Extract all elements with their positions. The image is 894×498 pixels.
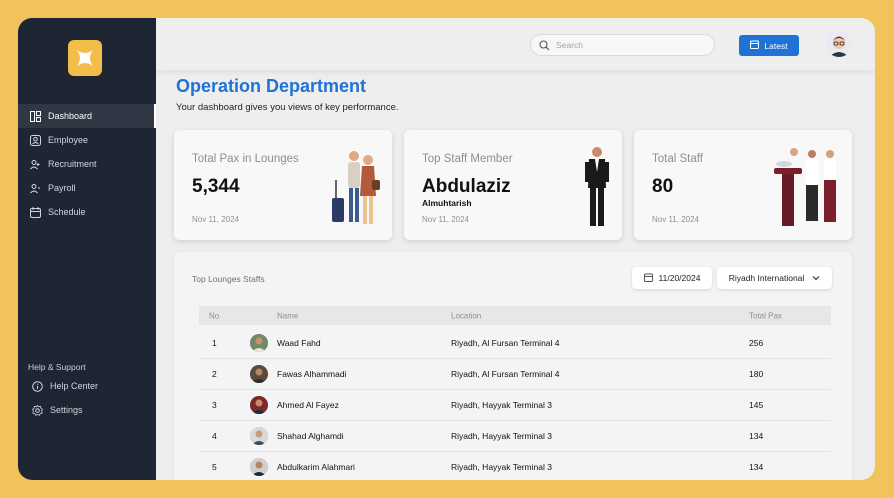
location-filter-value: Riyadh International — [728, 273, 805, 283]
card-value: Abdulaziz — [422, 176, 511, 197]
column-header-location: Location — [451, 311, 482, 320]
avatar — [250, 396, 268, 414]
card-value: 5,344 — [192, 176, 240, 197]
avatar — [250, 458, 268, 476]
search-icon — [539, 39, 550, 51]
card-top-staff: Top Staff Member Abdulaziz Almuhtarish N… — [404, 130, 622, 240]
staff-name: Waad Fahd — [277, 338, 321, 348]
card-date: Nov 11, 2024 — [652, 215, 699, 224]
row-number: 2 — [212, 369, 217, 379]
sidebar-item-settings[interactable]: Settings — [18, 398, 156, 422]
avatar — [250, 427, 268, 445]
app-logo[interactable] — [68, 40, 102, 76]
sidebar-item-employee[interactable]: Employee — [18, 128, 156, 152]
row-number: 1 — [212, 338, 217, 348]
card-total-staff: Total Staff 80 Nov 11, 2024 — [634, 130, 852, 240]
schedule-icon — [28, 205, 42, 219]
payroll-icon — [28, 181, 42, 195]
info-icon — [30, 379, 44, 393]
card-sub-value: Almuhtarish — [422, 198, 472, 208]
staff-total-pax: 134 — [749, 431, 764, 441]
staff-total-pax: 180 — [749, 369, 764, 379]
staff-name: Shahad Alghamdi — [277, 431, 344, 441]
latest-label: Latest — [764, 40, 788, 51]
top-staff-panel: Top Lounges Staffs 11/20/2024 Riyadh Int… — [174, 252, 852, 480]
sidebar-item-label: Schedule — [48, 207, 86, 217]
latest-button[interactable]: Latest — [739, 35, 799, 56]
staff-name: Abdulkarim Alahmari — [277, 462, 355, 472]
sidebar-nav: Dashboard Employee Recruitment Payroll S… — [18, 104, 156, 224]
top-bar: Search Latest — [156, 18, 875, 70]
calendar-icon — [643, 273, 653, 284]
staff-location: Riyadh, Hayyak Terminal 3 — [451, 462, 552, 472]
travelers-illustration — [326, 142, 386, 235]
card-label: Top Staff Member — [422, 153, 513, 165]
chevron-down-icon — [812, 273, 820, 283]
sidebar-item-label: Help Center — [50, 381, 99, 391]
table-row[interactable]: 3 Ahmed Al Fayez Riyadh, Hayyak Terminal… — [199, 390, 831, 421]
user-avatar[interactable] — [826, 31, 852, 57]
support-title: Help & Support — [28, 362, 86, 372]
staff-name: Fawas Alhammadi — [277, 369, 347, 379]
main-content: Search Latest Operation Department Your … — [156, 18, 875, 480]
card-date: Nov 11, 2024 — [422, 215, 469, 224]
search-placeholder: Search — [556, 40, 583, 50]
date-filter-button[interactable]: 11/20/2024 — [632, 267, 712, 289]
sidebar-item-recruitment[interactable]: Recruitment — [18, 152, 156, 176]
staff-total-pax: 145 — [749, 400, 764, 410]
table-body: 1 Waad Fahd Riyadh, Al Fursan Terminal 4… — [199, 328, 831, 480]
sidebar-item-label: Settings — [50, 405, 83, 415]
staff-location: Riyadh, Hayyak Terminal 3 — [451, 431, 552, 441]
staff-total-pax: 256 — [749, 338, 764, 348]
avatar — [250, 334, 268, 352]
calendar-icon — [750, 40, 760, 51]
page-title: Operation Department — [176, 76, 367, 96]
staff-location: Riyadh, Al Fursan Terminal 4 — [451, 338, 560, 348]
sidebar-item-label: Dashboard — [48, 111, 93, 121]
card-label: Total Pax in Lounges — [192, 153, 299, 165]
row-number: 5 — [212, 462, 217, 472]
staff-location: Riyadh, Hayyak Terminal 3 — [451, 400, 552, 410]
date-filter-value: 11/20/2024 — [658, 273, 701, 283]
table-header: No Name Location Total Pax — [199, 306, 831, 325]
page-subtitle: Your dashboard gives you views of key pe… — [176, 102, 399, 113]
panel-title: Top Lounges Staffs — [192, 274, 265, 284]
support-nav: Help Center Settings — [18, 374, 156, 422]
table-row[interactable]: 2 Fawas Alhammadi Riyadh, Al Fursan Term… — [199, 359, 831, 390]
sidebar-item-help-center[interactable]: Help Center — [18, 374, 156, 398]
search-input[interactable]: Search — [530, 34, 715, 56]
staff-total-pax: 134 — [749, 462, 764, 472]
card-label: Total Staff — [652, 153, 703, 165]
column-header-total-pax: Total Pax — [749, 311, 782, 320]
card-date: Nov 11, 2024 — [192, 215, 239, 224]
app-window: Dashboard Employee Recruitment Payroll S… — [18, 18, 875, 480]
sidebar: Dashboard Employee Recruitment Payroll S… — [18, 18, 156, 480]
sidebar-item-label: Recruitment — [48, 159, 97, 169]
gear-icon — [30, 403, 44, 417]
dashboard-icon — [28, 109, 42, 123]
sidebar-item-payroll[interactable]: Payroll — [18, 176, 156, 200]
table-row[interactable]: 5 Abdulkarim Alahmari Riyadh, Hayyak Ter… — [199, 452, 831, 480]
sidebar-item-label: Payroll — [48, 183, 76, 193]
staff-name: Ahmed Al Fayez — [277, 400, 339, 410]
waiter-illustration — [582, 142, 612, 235]
avatar — [250, 365, 268, 383]
sidebar-item-dashboard[interactable]: Dashboard — [18, 104, 156, 128]
sidebar-item-label: Employee — [48, 135, 89, 145]
table-row[interactable]: 4 Shahad Alghamdi Riyadh, Hayyak Termina… — [199, 421, 831, 452]
column-header-name: Name — [277, 311, 299, 320]
column-header-no: No — [209, 311, 220, 320]
card-value: 80 — [652, 176, 674, 197]
staff-group-illustration — [770, 142, 846, 235]
card-total-pax: Total Pax in Lounges 5,344 Nov 11, 2024 — [174, 130, 392, 240]
location-dropdown[interactable]: Riyadh International — [717, 267, 832, 289]
staff-location: Riyadh, Al Fursan Terminal 4 — [451, 369, 560, 379]
row-number: 4 — [212, 431, 217, 441]
employee-icon — [28, 133, 42, 147]
table-row[interactable]: 1 Waad Fahd Riyadh, Al Fursan Terminal 4… — [199, 328, 831, 359]
recruitment-icon — [28, 157, 42, 171]
row-number: 3 — [212, 400, 217, 410]
logo-icon — [77, 50, 93, 66]
sidebar-item-schedule[interactable]: Schedule — [18, 200, 156, 224]
